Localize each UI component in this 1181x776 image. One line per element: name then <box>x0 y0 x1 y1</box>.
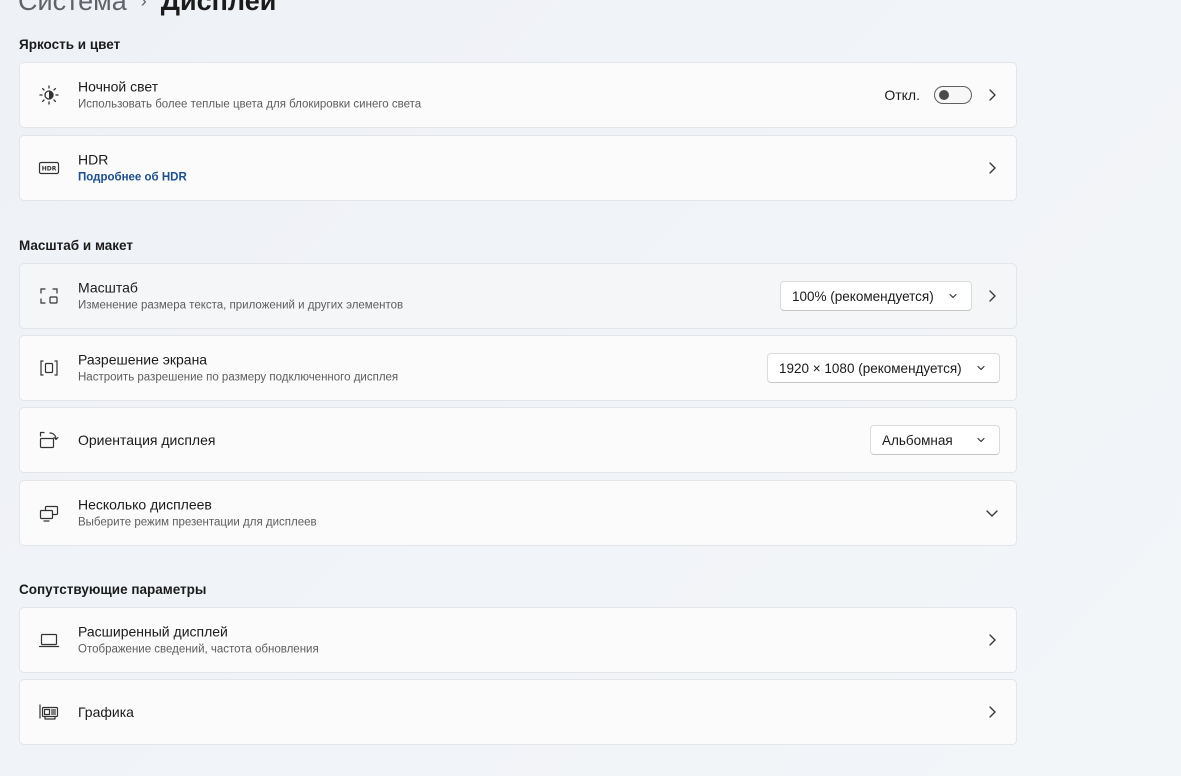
night-light-state-label: Откл. <box>884 87 920 103</box>
chevron-right-icon[interactable] <box>984 160 1000 176</box>
resolution-icon <box>38 357 60 379</box>
section-title-related: Сопутствующие параметры <box>19 582 207 597</box>
advanced-display-text: Расширенный дисплей Отображение сведений… <box>78 623 319 658</box>
multiple-displays-card[interactable]: Несколько дисплеев Выберите режим презен… <box>19 480 1017 546</box>
hdr-text: HDR Подробнее об HDR <box>78 151 187 186</box>
graphics-card[interactable]: Графика <box>19 679 1017 745</box>
advanced-display-card[interactable]: Расширенный дисплей Отображение сведений… <box>19 607 1017 673</box>
scale-text: Масштаб Изменение размера текста, прилож… <box>78 279 403 314</box>
graphics-card-icon <box>38 701 60 723</box>
night-light-card[interactable]: Ночной свет Использовать более теплые цв… <box>19 62 1017 128</box>
multiple-displays-subtitle: Выберите режим презентации для дисплеев <box>78 516 317 529</box>
orientation-icon <box>38 429 60 451</box>
scale-card[interactable]: Масштаб Изменение размера текста, прилож… <box>19 263 1017 329</box>
chevron-down-icon[interactable] <box>984 505 1000 521</box>
chevron-right-icon[interactable] <box>984 87 1000 103</box>
svg-text:HDR: HDR <box>42 166 57 173</box>
chevron-right-icon[interactable] <box>984 632 1000 648</box>
night-light-toggle[interactable] <box>934 86 972 104</box>
night-light-title: Ночной свет <box>78 78 159 95</box>
chevron-right-icon[interactable] <box>984 288 1000 304</box>
breadcrumb-system-link[interactable]: Система <box>18 0 127 16</box>
scale-dropdown[interactable]: 100% (рекомендуется) <box>780 281 972 311</box>
resolution-title: Разрешение экрана <box>78 351 208 368</box>
orientation-dropdown[interactable]: Альбомная <box>870 425 1000 455</box>
section-title-brightness: Яркость и цвет <box>19 37 121 52</box>
section-title-scale-layout: Масштаб и макет <box>19 238 133 253</box>
page-title: Дисплей <box>160 0 277 16</box>
hdr-icon: HDR <box>38 157 60 179</box>
chevron-down-icon <box>977 437 985 443</box>
orientation-dropdown-value: Альбомная <box>882 432 953 448</box>
scale-subtitle: Изменение размера текста, приложений и д… <box>78 299 404 312</box>
resolution-dropdown-value: 1920 × 1080 (рекомендуется) <box>779 360 962 376</box>
breadcrumb-separator: › <box>140 0 147 11</box>
graphics-text: Графика <box>78 703 134 721</box>
graphics-title: Графика <box>78 704 134 720</box>
orientation-card: Ориентация дисплея Альбомная <box>19 407 1017 473</box>
orientation-text: Ориентация дисплея <box>78 431 215 449</box>
scale-title: Масштаб <box>78 279 138 296</box>
night-light-text: Ночной свет Использовать более теплые цв… <box>78 78 421 113</box>
resolution-subtitle: Настроить разрешение по размеру подключе… <box>78 371 399 384</box>
orientation-title: Ориентация дисплея <box>78 432 216 448</box>
advanced-display-subtitle: Отображение сведений, частота обновления <box>78 643 319 656</box>
resolution-dropdown[interactable]: 1920 × 1080 (рекомендуется) <box>767 353 1000 383</box>
toggle-knob <box>939 90 949 100</box>
hdr-card[interactable]: HDR HDR Подробнее об HDR <box>19 135 1017 201</box>
resolution-text: Разрешение экрана Настроить разрешение п… <box>78 351 398 386</box>
laptop-display-icon <box>38 629 60 651</box>
breadcrumb: Система › Дисплей <box>18 0 276 16</box>
multiple-displays-icon <box>38 502 60 524</box>
advanced-display-title: Расширенный дисплей <box>78 623 228 640</box>
multiple-displays-text: Несколько дисплеев Выберите режим презен… <box>78 496 317 531</box>
hdr-title: HDR <box>78 151 109 168</box>
night-light-subtitle: Использовать более теплые цвета для блок… <box>78 98 422 111</box>
scale-icon <box>38 285 60 307</box>
chevron-down-icon <box>977 365 985 371</box>
chevron-down-icon <box>949 293 957 299</box>
resolution-card: Разрешение экрана Настроить разрешение п… <box>19 335 1017 401</box>
hdr-learn-more-link[interactable]: Подробнее об HDR <box>78 170 187 186</box>
brightness-icon <box>38 84 60 106</box>
chevron-right-icon[interactable] <box>984 704 1000 720</box>
scale-dropdown-value: 100% (рекомендуется) <box>792 288 934 304</box>
multiple-displays-title: Несколько дисплеев <box>78 496 212 513</box>
